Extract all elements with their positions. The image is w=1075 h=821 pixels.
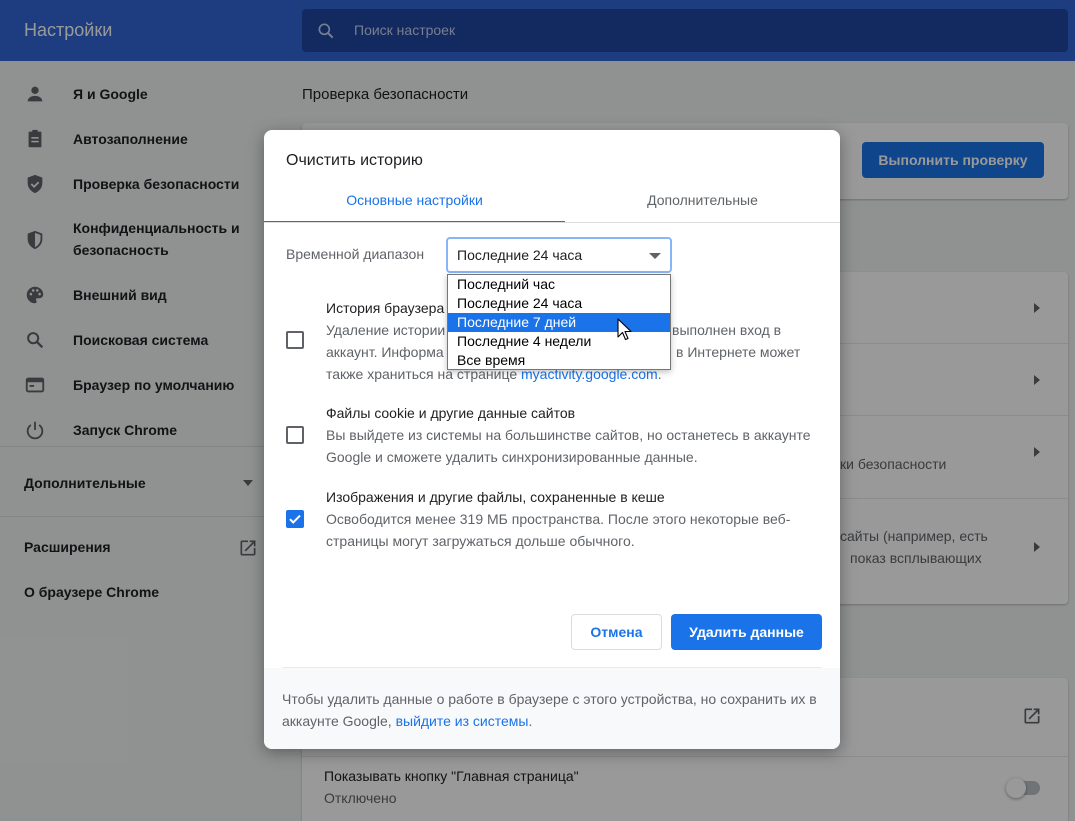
- option-title: Изображения и другие файлы, сохраненные …: [326, 489, 665, 505]
- desc-fragment: выполнен вход в: [672, 322, 782, 338]
- time-range-option-highlighted[interactable]: Последние 7 дней: [448, 313, 670, 332]
- time-range-option[interactable]: Последние 24 часа: [448, 294, 670, 313]
- cookies-checkbox[interactable]: [286, 426, 304, 444]
- desc-fragment: аккаунт. Информа: [326, 344, 444, 360]
- footer-text-end: .: [528, 713, 533, 729]
- time-range-select[interactable]: Последние 24 часа: [446, 237, 672, 273]
- clear-history-dialog: Очистить историю Основные настройки Допо…: [264, 130, 840, 749]
- footer-text-main: Чтобы удалить данные о работе в браузере…: [282, 691, 817, 729]
- time-range-option[interactable]: Последние 4 недели: [448, 332, 670, 351]
- time-range-option[interactable]: Все время: [448, 351, 670, 370]
- tab-basic[interactable]: Основные настройки: [264, 187, 565, 223]
- dialog-title: Очистить историю: [286, 152, 423, 169]
- option-description: Освободится менее 319 МБ пространства. П…: [326, 511, 791, 549]
- checkmark-icon: [289, 514, 301, 524]
- footer-text: Чтобы удалить данные о работе в браузере…: [282, 688, 822, 732]
- cache-checkbox[interactable]: [286, 510, 304, 528]
- desc-fragment: в Интернете может: [676, 344, 801, 360]
- browsing-history-checkbox[interactable]: [286, 331, 304, 349]
- time-range-value: Последние 24 часа: [457, 247, 583, 263]
- desc-fragment: Удаление истории: [326, 322, 446, 338]
- delete-data-button[interactable]: Удалить данные: [671, 614, 822, 650]
- dropdown-arrow-icon: [649, 253, 661, 259]
- mouse-cursor-icon: [617, 318, 632, 341]
- cancel-button[interactable]: Отмена: [571, 614, 662, 650]
- tabs-divider: [264, 222, 840, 223]
- dialog-footer: Чтобы удалить данные о работе в браузере…: [264, 668, 840, 749]
- tab-advanced[interactable]: Дополнительные: [565, 187, 840, 223]
- option-description: Вы выйдете из системы на большинстве сай…: [326, 427, 811, 465]
- time-range-option[interactable]: Последний час: [448, 275, 670, 294]
- option-title: Файлы cookie и другие данные сайтов: [326, 405, 576, 421]
- time-range-label: Временной диапазон: [286, 246, 425, 262]
- sign-out-link[interactable]: выйдите из системы: [396, 713, 529, 729]
- time-range-dropdown: Последний час Последние 24 часа Последни…: [447, 274, 671, 370]
